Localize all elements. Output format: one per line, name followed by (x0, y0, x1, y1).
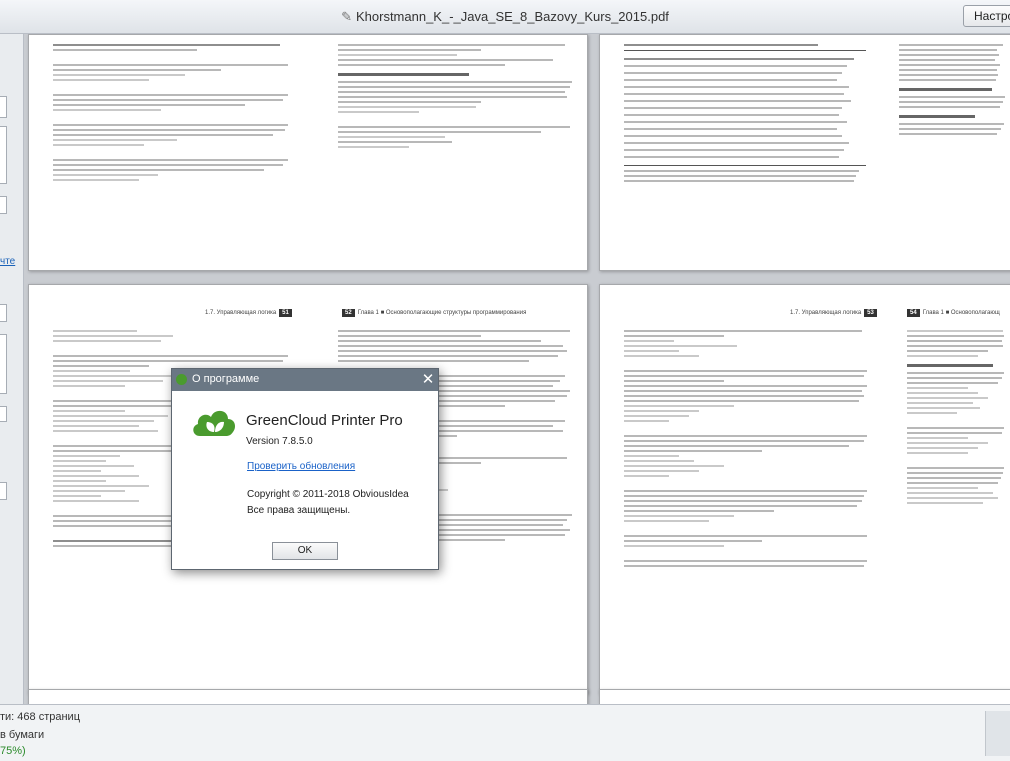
dialog-title: О программе (192, 373, 260, 385)
sheet-preview (599, 689, 1010, 704)
page-53-header: 1.7. Управляющая логика 53 (790, 309, 880, 317)
settings-button[interactable]: Настро (963, 5, 1010, 27)
status-bar: ти: 468 страниц в бумаги 75%) (0, 704, 1010, 761)
version-label: Version 7.8.5.0 (246, 436, 313, 447)
greencloud-logo (193, 410, 236, 436)
ok-button[interactable]: OK (272, 542, 338, 560)
paper-status: в бумаги (0, 729, 45, 741)
dialog-titlebar: О программе ✕ (172, 369, 438, 391)
copyright-text: Copyright © 2011-2018 ObviousIdea (247, 489, 409, 500)
product-name: GreenCloud Printer Pro (246, 412, 403, 429)
status-side-panel (985, 711, 1010, 756)
page-right (314, 35, 587, 270)
side-control[interactable] (0, 126, 7, 184)
page-51-header: 1.7. Управляющая логика 51 (205, 309, 295, 317)
side-control[interactable] (0, 196, 7, 214)
side-control[interactable] (0, 334, 7, 394)
page-count-status: ти: 468 страниц (0, 711, 80, 723)
page-left (600, 35, 876, 270)
pencil-icon: ✎ (341, 9, 352, 24)
page-52-header: 52 Глава 1 ■ Основополагающие структуры п… (339, 309, 526, 317)
window-title-wrap: ✎ Khorstmann_K_-_Java_SE_8_Bazovy_Kurs_20… (0, 9, 1010, 25)
left-panel: чте (0, 34, 24, 704)
side-link[interactable]: чте (0, 256, 15, 267)
check-updates-link[interactable]: Проверить обновления (247, 461, 355, 472)
savings-status: 75%) (0, 745, 26, 757)
about-dialog: О программе ✕ GreenCloud Printer Pro Ver… (171, 368, 439, 570)
logo-cloud-shape (193, 410, 236, 436)
format-table (624, 50, 866, 166)
page-54-header: 54 Глава 1 ■ Основополагающ (904, 309, 1000, 317)
page-right (893, 35, 1010, 270)
close-icon[interactable]: ✕ (420, 370, 436, 388)
sheet-preview (28, 34, 588, 271)
side-control[interactable] (0, 304, 7, 322)
page-right (901, 321, 1010, 693)
side-control[interactable] (0, 406, 7, 422)
sheet-preview (28, 689, 588, 704)
window-title: Khorstmann_K_-_Java_SE_8_Bazovy_Kurs_201… (355, 9, 669, 24)
sheet-preview: 1.7. Управляющая логика 53 54 Глава 1 ■ Ос… (599, 284, 1010, 694)
app-icon (176, 374, 187, 385)
sheet-preview (599, 34, 1010, 271)
window-titlebar: ✎ Khorstmann_K_-_Java_SE_8_Bazovy_Kurs_20… (0, 0, 1010, 34)
side-control[interactable] (0, 482, 7, 500)
side-control[interactable] (0, 96, 7, 118)
page-left (29, 35, 302, 270)
rights-text: Все права защищены. (247, 505, 351, 516)
page-left (600, 321, 884, 693)
